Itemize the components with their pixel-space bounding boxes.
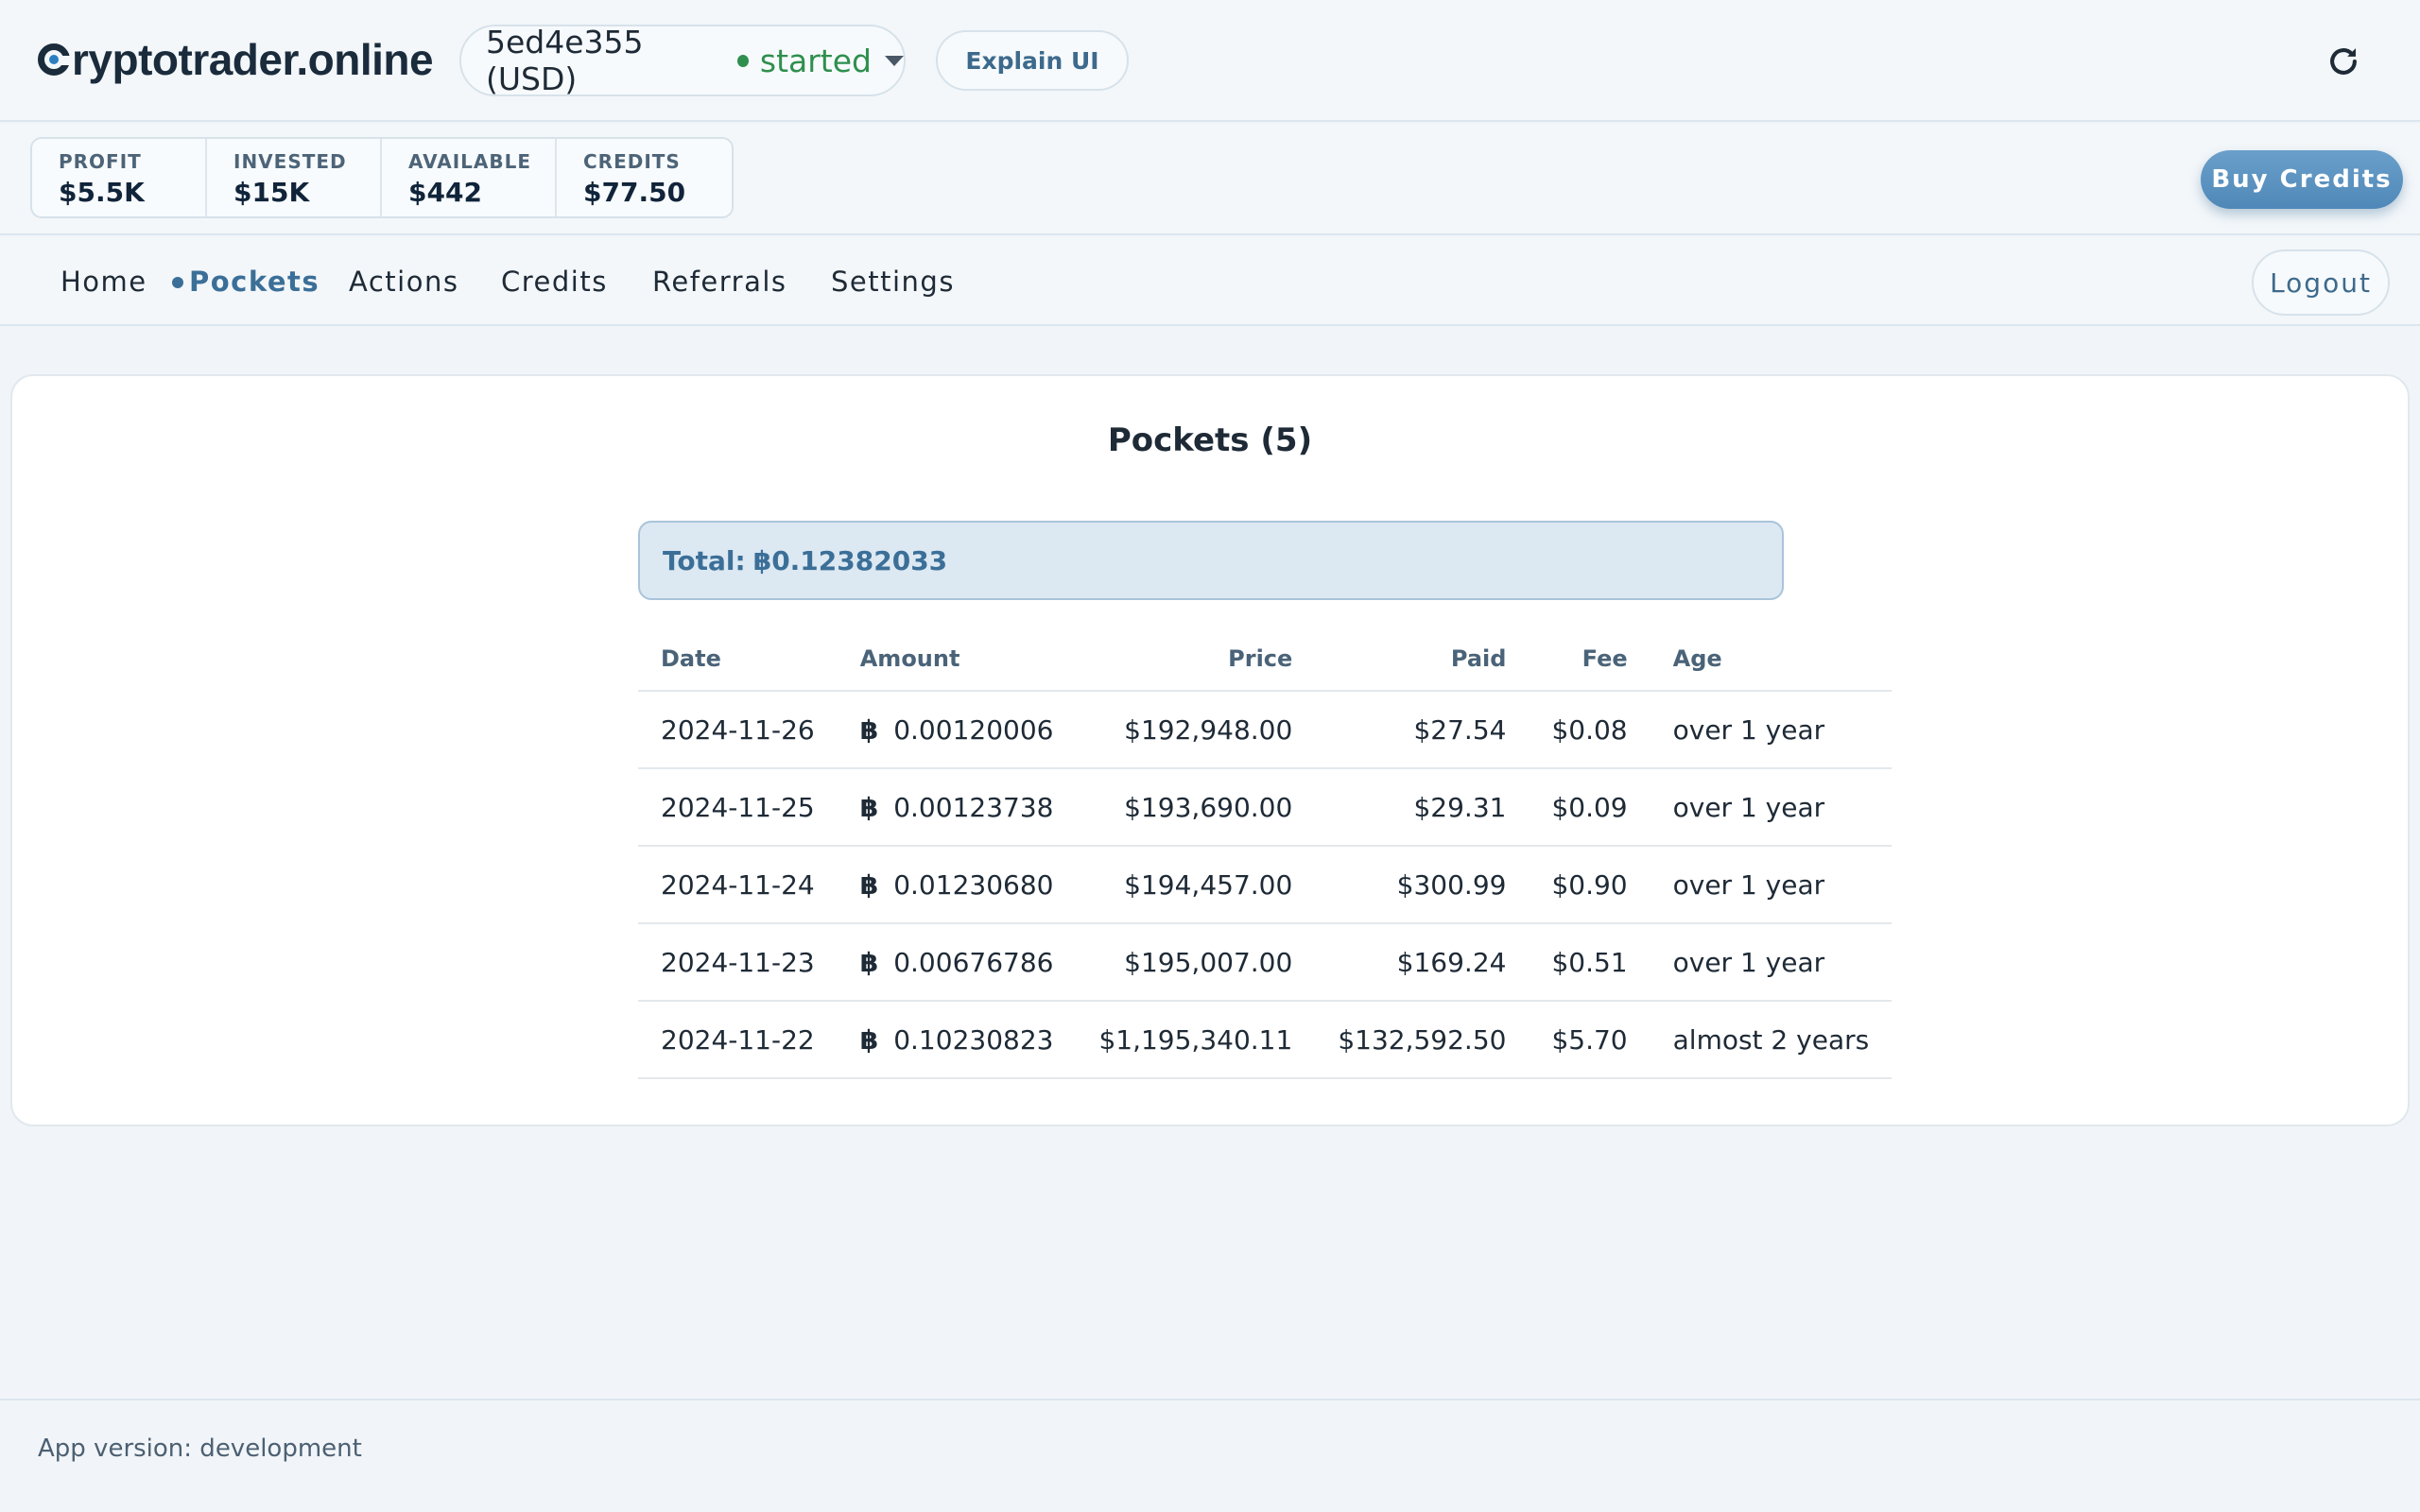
nav-item-credits[interactable]: Credits: [501, 266, 608, 298]
cell-date: 2024-11-25: [638, 768, 838, 847]
logo-text: ryptotrader.online: [72, 35, 434, 84]
cell-fee: $5.70: [1529, 1001, 1651, 1079]
bot-status: started: [759, 42, 872, 79]
amount-value: 0.10230823: [893, 1023, 1054, 1056]
cell-amount: ฿ 0.00676786: [837, 923, 1077, 1002]
cell-fee: $0.09: [1529, 768, 1651, 847]
col-header-date[interactable]: Date: [638, 627, 838, 692]
refresh-icon[interactable]: [2325, 43, 2361, 79]
cell-age: over 1 year: [1650, 846, 1893, 924]
bitcoin-icon: ฿: [859, 868, 879, 901]
nav-item-pockets[interactable]: Pockets: [189, 266, 320, 298]
pockets-table: Date Amount Price Paid Fee Age 2024-11-2…: [638, 627, 1893, 1079]
stats-bar: PROFIT $5.5K INVESTED $15K AVAILABLE $44…: [0, 124, 2420, 235]
bitcoin-icon: ฿: [859, 791, 879, 823]
amount-value: 0.00676786: [893, 946, 1054, 978]
col-header-price[interactable]: Price: [1076, 627, 1316, 692]
nav-item-referrals[interactable]: Referrals: [652, 266, 787, 298]
explain-ui-button[interactable]: Explain UI: [936, 30, 1129, 91]
cell-date: 2024-11-24: [638, 846, 838, 924]
stat-value: $77.50: [583, 177, 686, 208]
pockets-card: Pockets (5) Total: ฿ 0.12382033 Date Amo…: [10, 374, 2410, 1126]
chevron-down-icon: [885, 55, 904, 66]
table-row[interactable]: 2024-11-22 ฿ 0.10230823 $1,195,340.11 $13…: [638, 1001, 1893, 1079]
table-row[interactable]: 2024-11-25 ฿ 0.00123738 $193,690.00 $29.3…: [638, 768, 1893, 847]
amount-value: 0.00123738: [893, 791, 1054, 823]
total-value: 0.12382033: [771, 544, 948, 576]
stat-credits: CREDITS $77.50: [557, 139, 732, 216]
cell-amount: ฿ 0.00123738: [837, 768, 1077, 847]
nav-item-home[interactable]: Home: [60, 266, 147, 298]
cell-paid: $169.24: [1315, 923, 1530, 1002]
cell-amount: ฿ 0.01230680: [837, 846, 1077, 924]
cell-age: almost 2 years: [1650, 1001, 1893, 1079]
table-row[interactable]: 2024-11-26 ฿ 0.00120006 $192,948.00 $27.5…: [638, 691, 1893, 769]
total-label: Total:: [663, 544, 746, 576]
bitcoin-icon: ฿: [859, 1023, 879, 1056]
stat-label: PROFIT: [59, 150, 142, 173]
bot-selector[interactable]: 5ed4e355 (USD) started: [459, 24, 906, 97]
top-bar: ryptotrader.online 5ed4e355 (USD) starte…: [0, 0, 2420, 122]
app-logo[interactable]: ryptotrader.online: [38, 34, 434, 85]
table-header-row: Date Amount Price Paid Fee Age: [638, 627, 1893, 692]
stat-invested: INVESTED $15K: [207, 139, 382, 216]
cell-price: $195,007.00: [1076, 923, 1316, 1002]
main-nav: Home Pockets Actions Credits Referrals S…: [0, 237, 2420, 326]
cell-fee: $0.08: [1529, 691, 1651, 769]
logout-button[interactable]: Logout: [2252, 249, 2390, 316]
stat-value: $15K: [233, 177, 310, 208]
table-row[interactable]: 2024-11-23 ฿ 0.00676786 $195,007.00 $169.…: [638, 923, 1893, 1002]
col-header-fee[interactable]: Fee: [1529, 627, 1651, 692]
col-header-age[interactable]: Age: [1650, 627, 1893, 692]
amount-value: 0.00120006: [893, 713, 1054, 746]
nav-item-actions[interactable]: Actions: [349, 266, 458, 298]
cell-price: $194,457.00: [1076, 846, 1316, 924]
cell-paid: $27.54: [1315, 691, 1530, 769]
stat-label: AVAILABLE: [408, 150, 532, 173]
cell-date: 2024-11-26: [638, 691, 838, 769]
footer: App version: development: [0, 1399, 2420, 1512]
cell-price: $1,195,340.11: [1076, 1001, 1316, 1079]
col-header-paid[interactable]: Paid: [1315, 627, 1530, 692]
total-banner: Total: ฿ 0.12382033: [638, 521, 1784, 600]
app-version: App version: development: [38, 1435, 362, 1463]
bot-id: 5ed4e355 (USD): [486, 24, 644, 97]
cell-price: $192,948.00: [1076, 691, 1316, 769]
col-header-amount[interactable]: Amount: [837, 627, 1077, 692]
stat-value: $442: [408, 177, 482, 208]
bitcoin-icon: ฿: [752, 544, 772, 576]
stat-profit: PROFIT $5.5K: [32, 139, 207, 216]
status-dot-icon: [736, 54, 749, 67]
stat-label: CREDITS: [583, 150, 681, 173]
cell-fee: $0.90: [1529, 846, 1651, 924]
cell-paid: $300.99: [1315, 846, 1530, 924]
cell-amount: ฿ 0.00120006: [837, 691, 1077, 769]
cell-age: over 1 year: [1650, 923, 1893, 1002]
cell-date: 2024-11-23: [638, 923, 838, 1002]
amount-value: 0.01230680: [893, 868, 1054, 901]
stat-value: $5.5K: [59, 177, 145, 208]
cell-age: over 1 year: [1650, 768, 1893, 847]
stat-available: AVAILABLE $442: [382, 139, 557, 216]
cell-paid: $29.31: [1315, 768, 1530, 847]
cell-paid: $132,592.50: [1315, 1001, 1530, 1079]
cell-fee: $0.51: [1529, 923, 1651, 1002]
bitcoin-icon: ฿: [859, 946, 879, 978]
page-title: Pockets (5): [1107, 421, 1313, 459]
stat-label: INVESTED: [233, 150, 347, 173]
logo-c-icon: [38, 43, 72, 76]
cell-amount: ฿ 0.10230823: [837, 1001, 1077, 1079]
cell-price: $193,690.00: [1076, 768, 1316, 847]
cell-date: 2024-11-22: [638, 1001, 838, 1079]
bitcoin-icon: ฿: [859, 713, 879, 746]
table-row[interactable]: 2024-11-24 ฿ 0.01230680 $194,457.00 $300.…: [638, 846, 1893, 924]
stats-card: PROFIT $5.5K INVESTED $15K AVAILABLE $44…: [30, 137, 734, 218]
active-indicator-icon: [172, 277, 183, 288]
cell-age: over 1 year: [1650, 691, 1893, 769]
buy-credits-button[interactable]: Buy Credits: [2201, 150, 2403, 209]
nav-item-settings[interactable]: Settings: [831, 266, 955, 298]
